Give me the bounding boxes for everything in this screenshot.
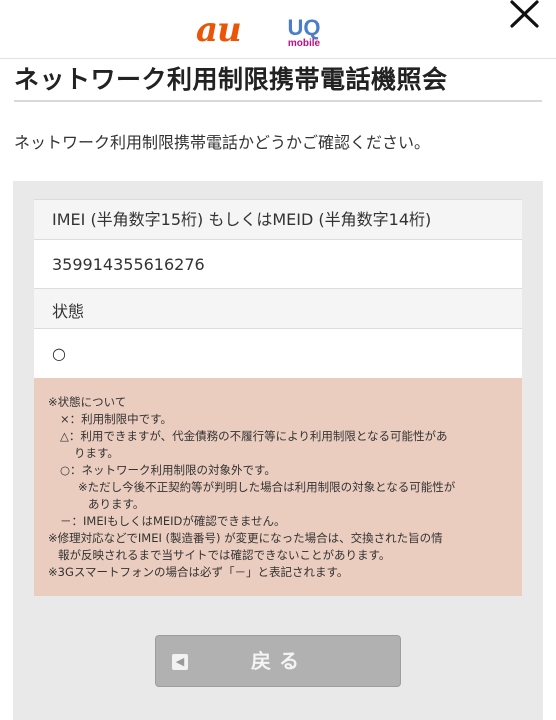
status-label-row: 状態 bbox=[34, 288, 522, 328]
note-line: ります。 bbox=[74, 446, 119, 460]
status-value-row: ○ bbox=[34, 328, 522, 378]
status-notes: ※状態について ×：利用制限中です。 △：利用できますが、代金債務の不履行等によ… bbox=[34, 378, 522, 596]
uq-logo-subtext: mobile bbox=[287, 38, 321, 49]
status-value: ○ bbox=[52, 344, 66, 363]
note-line: ×：利用制限中です。 bbox=[60, 412, 172, 426]
note-line: あります。 bbox=[88, 497, 145, 511]
imei-label: IMEI (半角数字15桁) もしくはMEID (半角数字14桁) bbox=[52, 210, 432, 229]
title-divider bbox=[14, 100, 542, 102]
intro-text: ネットワーク利用制限携帯電話かどうかご確認ください。 bbox=[14, 133, 431, 152]
note-line: ※ただし今後不正契約等が判明した場合は利用制限の対象となる可能性が bbox=[78, 480, 456, 494]
note-line: －：IMEIもしくはMEIDが確認できません。 bbox=[60, 514, 286, 528]
au-logo: au bbox=[196, 10, 242, 50]
note-line: ※3Gスマートフォンの場合は必ず「－」と表記されます。 bbox=[48, 565, 349, 579]
page-title: ネットワーク利用制限携帯電話機照会 bbox=[14, 65, 448, 94]
close-button[interactable] bbox=[506, 0, 544, 30]
imei-label-row: IMEI (半角数字15桁) もしくはMEID (半角数字14桁) bbox=[34, 199, 522, 239]
note-line: ○：ネットワーク利用制限の対象外です。 bbox=[60, 463, 276, 477]
app-header: au UQ mobile bbox=[0, 0, 556, 59]
imei-value: 359914355616276 bbox=[52, 255, 205, 274]
note-line: 報が反映されるまで当サイトでは確認できないことがあります。 bbox=[58, 548, 391, 562]
note-line: △：利用できますが、代金債務の不履行等により利用制限となる可能性があ bbox=[60, 429, 448, 443]
back-button-label: 戻る bbox=[251, 649, 307, 673]
uq-mobile-logo: UQ mobile bbox=[284, 15, 324, 54]
note-line: ※状態について bbox=[48, 395, 127, 409]
note-line: ※修理対応などでIMEI (製造番号) が変更になった場合は、交換された旨の情 bbox=[48, 531, 443, 545]
close-icon bbox=[510, 0, 539, 28]
back-button[interactable]: ◀ 戻る bbox=[155, 635, 401, 687]
uq-logo-text: UQ bbox=[287, 15, 321, 40]
status-label: 状態 bbox=[52, 302, 85, 321]
imei-value-row: 359914355616276 bbox=[34, 239, 522, 288]
